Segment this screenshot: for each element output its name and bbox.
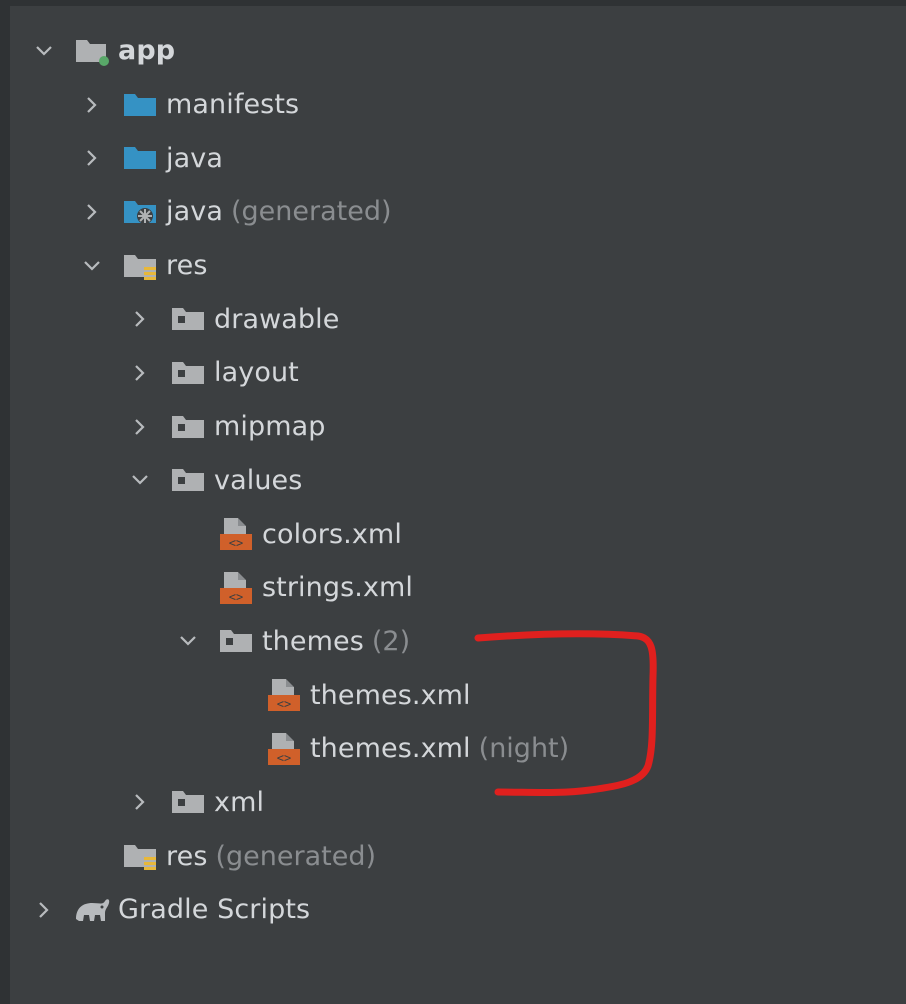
- chevron-right-icon[interactable]: [126, 305, 154, 333]
- xml-file-icon: <>: [216, 568, 256, 608]
- tree-node-themes[interactable]: themes (2): [0, 615, 906, 669]
- resource-root-folder-icon: [120, 836, 160, 876]
- chevron-right-icon[interactable]: [126, 788, 154, 816]
- project-tool-window: app manifests java java (generated) res …: [0, 0, 906, 1004]
- tree-node-label: themes.xml: [310, 679, 471, 711]
- tree-node-colors-xml[interactable]: <> colors.xml: [0, 507, 906, 561]
- tree-node-label: mipmap: [214, 411, 326, 443]
- tree-node-strings-xml[interactable]: <> strings.xml: [0, 561, 906, 615]
- folder-icon: [216, 621, 256, 661]
- tree-node-label: values: [214, 464, 303, 496]
- tree-node-label: xml: [214, 786, 265, 818]
- tree-node-suffix: (generated): [230, 196, 392, 228]
- source-folder-icon: [120, 85, 160, 125]
- tree-node-label: res: [166, 250, 208, 282]
- source-folder-icon: [120, 138, 160, 178]
- chevron-right-icon[interactable]: [126, 413, 154, 441]
- tree-node-suffix: (night): [478, 733, 570, 765]
- tree-node-label: java: [166, 142, 223, 174]
- tree-node-label: colors.xml: [262, 518, 402, 550]
- tree-node-label: res: [166, 840, 208, 872]
- tree-node-xml[interactable]: xml: [0, 776, 906, 830]
- project-tree: app manifests java java (generated) res …: [0, 24, 906, 937]
- chevron-right-icon[interactable]: [78, 198, 106, 226]
- tree-node-themes-xml-night[interactable]: <> themes.xml (night): [0, 722, 906, 776]
- svg-text:<>: <>: [229, 590, 243, 604]
- tree-node-java-generated[interactable]: java (generated): [0, 185, 906, 239]
- tree-node-suffix: (2): [371, 625, 411, 657]
- tree-node-res[interactable]: res: [0, 239, 906, 293]
- tree-node-gradle-scripts[interactable]: Gradle Scripts: [0, 883, 906, 937]
- chevron-right-icon[interactable]: [78, 144, 106, 172]
- svg-text:<>: <>: [229, 536, 243, 550]
- tree-node-app[interactable]: app: [0, 24, 906, 78]
- tree-node-label: drawable: [214, 303, 340, 335]
- tree-node-label: java: [166, 196, 223, 228]
- tree-node-values[interactable]: values: [0, 454, 906, 508]
- module-folder-icon: [72, 31, 112, 71]
- xml-file-icon: <>: [216, 514, 256, 554]
- chevron-down-icon[interactable]: [126, 466, 154, 494]
- tree-node-label: themes.xml: [310, 733, 471, 765]
- chevron-right-icon[interactable]: [78, 91, 106, 119]
- folder-icon: [168, 407, 208, 447]
- tree-node-label: Gradle Scripts: [118, 894, 311, 926]
- folder-icon: [168, 782, 208, 822]
- folder-icon: [168, 460, 208, 500]
- chevron-right-icon[interactable]: [30, 896, 58, 924]
- resource-root-folder-icon: [120, 246, 160, 286]
- chevron-down-icon[interactable]: [174, 627, 202, 655]
- tree-node-suffix: (generated): [215, 840, 377, 872]
- tree-node-layout[interactable]: layout: [0, 346, 906, 400]
- tree-node-label: manifests: [166, 89, 300, 121]
- tree-node-res-generated[interactable]: res (generated): [0, 829, 906, 883]
- gradle-elephant-icon: [72, 890, 112, 930]
- folder-icon: [168, 299, 208, 339]
- tree-node-drawable[interactable]: drawable: [0, 292, 906, 346]
- xml-file-icon: <>: [264, 729, 304, 769]
- tree-node-mipmap[interactable]: mipmap: [0, 400, 906, 454]
- chevron-down-icon[interactable]: [78, 252, 106, 280]
- folder-icon: [168, 353, 208, 393]
- tree-node-label: themes: [262, 625, 364, 657]
- chevron-down-icon[interactable]: [30, 37, 58, 65]
- tree-node-java[interactable]: java: [0, 131, 906, 185]
- tree-node-label: layout: [214, 357, 299, 389]
- tree-node-label: app: [118, 35, 176, 67]
- generated-source-folder-icon: [120, 192, 160, 232]
- tree-node-manifests[interactable]: manifests: [0, 78, 906, 132]
- xml-file-icon: <>: [264, 675, 304, 715]
- svg-text:<>: <>: [277, 697, 291, 711]
- tree-node-themes-xml[interactable]: <> themes.xml: [0, 668, 906, 722]
- tree-node-label: strings.xml: [262, 572, 414, 604]
- chevron-right-icon[interactable]: [126, 359, 154, 387]
- svg-text:<>: <>: [277, 751, 291, 765]
